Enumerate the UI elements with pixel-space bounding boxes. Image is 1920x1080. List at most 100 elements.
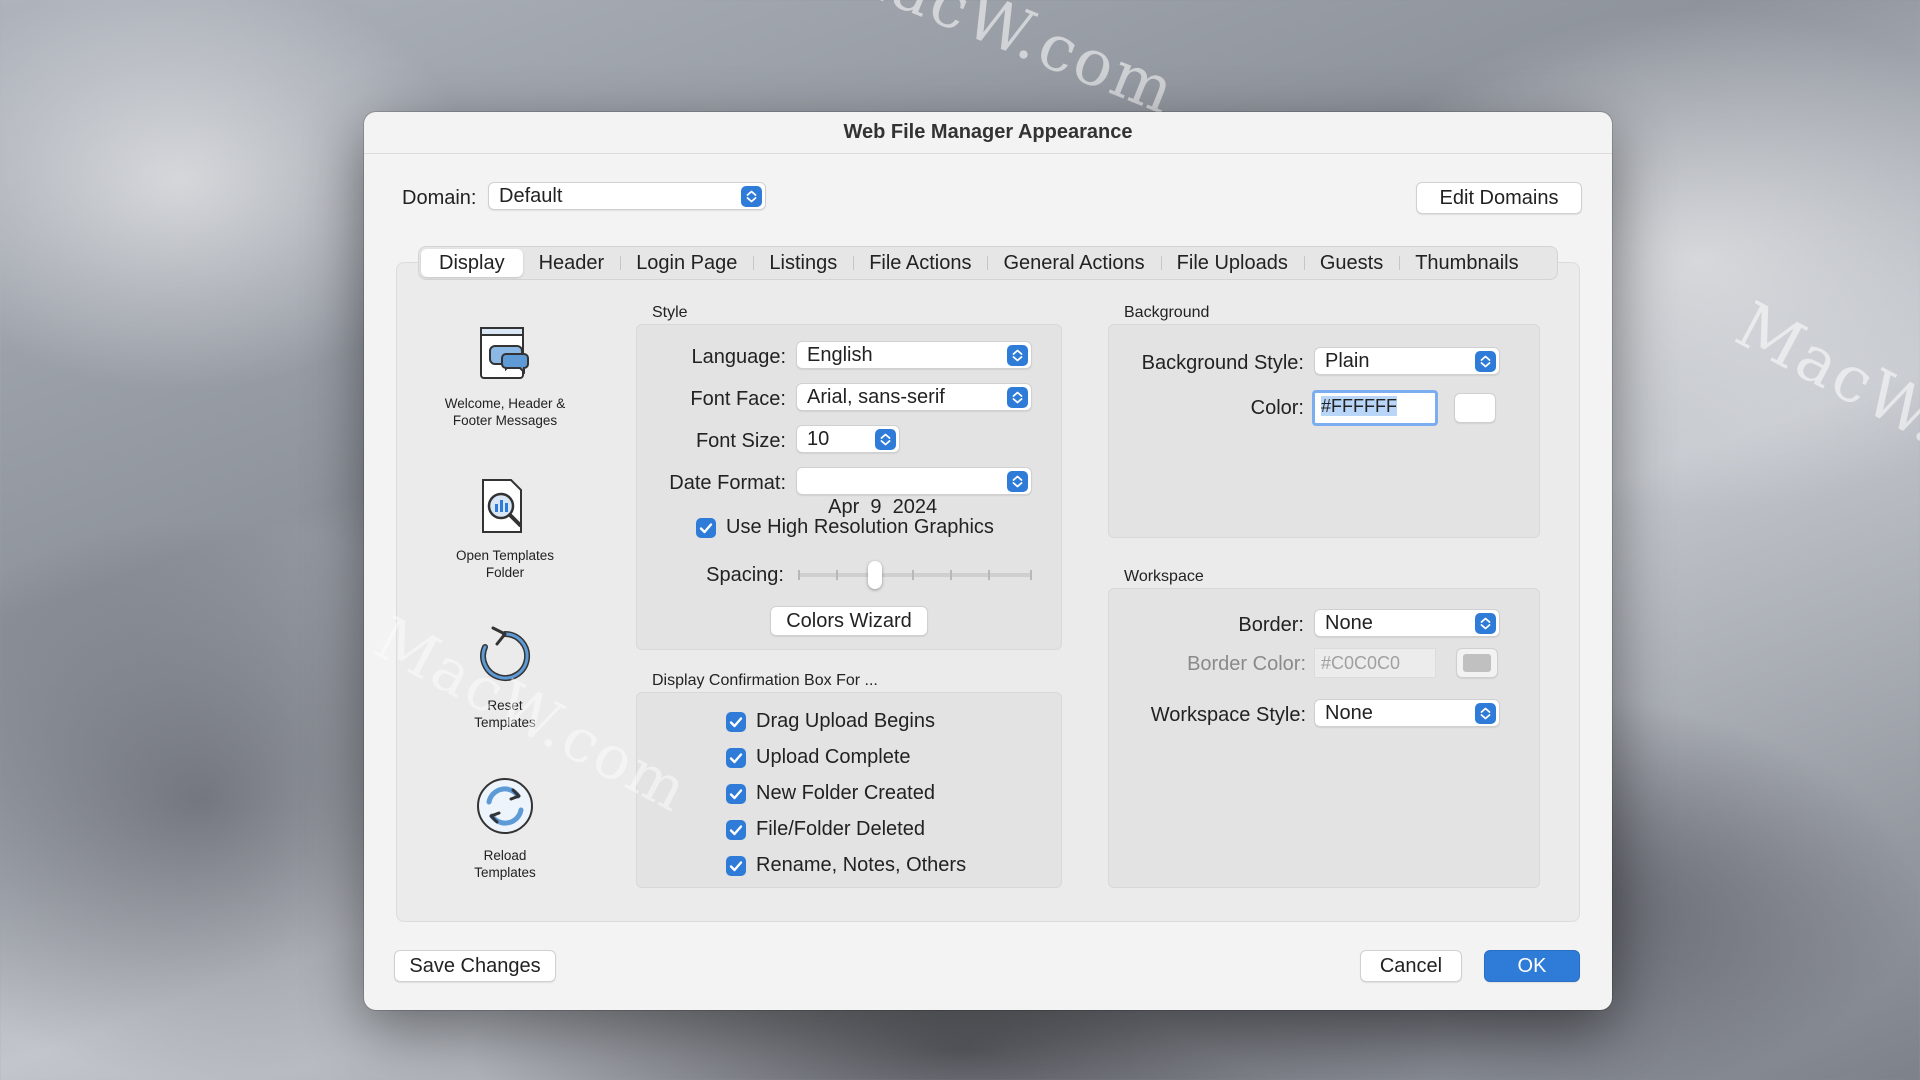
background-style-value: Plain xyxy=(1325,350,1370,372)
tab-bar: Display Header Login Page Listings File … xyxy=(418,246,1558,280)
font-size-label: Font Size: xyxy=(695,430,786,452)
confirm-drag-upload-checkbox[interactable] xyxy=(726,712,746,732)
font-size-popup[interactable]: 10 xyxy=(796,425,900,453)
domain-popup[interactable]: Default xyxy=(488,182,766,210)
sidebar-label: Welcome, Header & Footer Messages xyxy=(444,396,566,428)
background-color-value: #FFFFFF xyxy=(1321,396,1397,416)
chevron-updown-icon xyxy=(1475,703,1496,724)
spacing-label: Spacing: xyxy=(706,564,784,586)
tab-general-actions[interactable]: General Actions xyxy=(987,249,1160,277)
date-format-value: Apr 9 2024 xyxy=(828,496,938,518)
slider-tick xyxy=(912,570,914,580)
watermark: MacW.com xyxy=(819,0,1187,130)
tab-listings[interactable]: Listings xyxy=(753,249,853,277)
slider-knob[interactable] xyxy=(868,561,883,589)
chevron-updown-icon xyxy=(1007,345,1028,366)
date-format-label: Date Format: xyxy=(669,472,786,494)
background-color-well[interactable] xyxy=(1454,393,1496,423)
workspace-style-label: Workspace Style: xyxy=(1150,704,1306,726)
confirm-item-label: New Folder Created xyxy=(756,782,935,804)
slider-tick xyxy=(836,570,838,580)
font-face-value: Arial, sans-serif xyxy=(807,386,945,408)
confirm-item-label: File/Folder Deleted xyxy=(756,818,925,840)
chevron-updown-icon xyxy=(741,186,762,207)
welcome-messages-icon xyxy=(480,327,529,379)
workspace-style-value: None xyxy=(1325,702,1373,724)
color-swatch xyxy=(1461,399,1489,417)
border-popup[interactable]: None xyxy=(1314,609,1500,637)
sidebar-label: Reload Templates xyxy=(474,848,536,880)
open-templates-button[interactable]: Open Templates Folder xyxy=(425,474,585,581)
tab-guests[interactable]: Guests xyxy=(1303,249,1399,277)
tab-thumbnails[interactable]: Thumbnails xyxy=(1399,249,1534,277)
color-swatch xyxy=(1463,654,1491,672)
color-label: Color: xyxy=(1250,397,1304,419)
tab-file-uploads[interactable]: File Uploads xyxy=(1160,249,1304,277)
font-face-label: Font Face: xyxy=(690,388,786,410)
tab-display[interactable]: Display xyxy=(421,249,523,277)
save-changes-button[interactable]: Save Changes xyxy=(394,950,556,982)
domain-label: Domain: xyxy=(402,187,477,209)
slider-tick xyxy=(950,570,952,580)
confirm-new-folder-checkbox[interactable] xyxy=(726,784,746,804)
confirm-item-label: Rename, Notes, Others xyxy=(756,854,967,876)
checkmark-icon xyxy=(729,753,743,764)
dialog-title: Web File Manager Appearance xyxy=(364,112,1612,154)
chevron-updown-icon xyxy=(875,429,896,450)
welcome-messages-button[interactable]: Welcome, Header & Footer Messages xyxy=(425,322,585,429)
confirm-item-label: Upload Complete xyxy=(756,746,911,768)
language-value: English xyxy=(807,344,873,366)
border-value: None xyxy=(1325,612,1373,634)
background-group-title: Background xyxy=(1124,304,1210,321)
border-color-value: #C0C0C0 xyxy=(1321,653,1401,673)
border-color-field[interactable]: #C0C0C0 xyxy=(1314,648,1436,678)
cancel-button[interactable]: Cancel xyxy=(1360,950,1462,982)
chevron-updown-icon xyxy=(1007,387,1028,408)
reload-templates-button[interactable]: Reload Templates xyxy=(425,774,585,881)
language-label: Language: xyxy=(691,346,786,368)
confirm-item-label: Drag Upload Begins xyxy=(756,710,935,732)
high-res-label: Use High Resolution Graphics xyxy=(726,516,994,538)
confirm-deleted-checkbox[interactable] xyxy=(726,820,746,840)
font-face-popup[interactable]: Arial, sans-serif xyxy=(796,383,1032,411)
sidebar-label: Reset Templates xyxy=(474,698,536,730)
border-color-well[interactable] xyxy=(1456,648,1498,678)
sidebar-label: Open Templates Folder xyxy=(455,548,555,580)
reset-templates-button[interactable]: Reset Templates xyxy=(425,624,585,731)
date-format-popup[interactable]: Apr 9 2024 xyxy=(796,467,1032,518)
reset-templates-icon xyxy=(480,626,531,681)
checkmark-icon xyxy=(699,523,713,534)
colors-wizard-button[interactable]: Colors Wizard xyxy=(770,606,928,636)
checkmark-icon xyxy=(729,861,743,872)
slider-tick xyxy=(1030,570,1032,580)
confirm-rename-checkbox[interactable] xyxy=(726,856,746,876)
language-popup[interactable]: English xyxy=(796,341,1032,369)
ok-button[interactable]: OK xyxy=(1484,950,1580,982)
border-label: Border: xyxy=(1238,614,1304,636)
font-size-value: 10 xyxy=(807,428,830,450)
style-group-title: Style xyxy=(652,304,688,321)
tab-header[interactable]: Header xyxy=(523,249,621,277)
workspace-group-title: Workspace xyxy=(1124,568,1204,585)
checkmark-icon xyxy=(729,825,743,836)
confirm-upload-complete-checkbox[interactable] xyxy=(726,748,746,768)
appearance-dialog: Web File Manager Appearance Domain: Defa… xyxy=(364,112,1612,1010)
chevron-updown-icon xyxy=(1475,613,1496,634)
reload-templates-icon xyxy=(477,778,533,834)
edit-domains-button[interactable]: Edit Domains xyxy=(1416,182,1582,214)
high-res-checkbox[interactable] xyxy=(696,518,716,538)
background-style-popup[interactable]: Plain xyxy=(1314,347,1500,375)
checkmark-icon xyxy=(729,717,743,728)
workspace-style-popup[interactable]: None xyxy=(1314,699,1500,727)
background-style-label: Background Style: xyxy=(1141,352,1304,374)
slider-track xyxy=(798,573,1032,577)
chevron-updown-icon xyxy=(1007,471,1028,492)
tab-file-actions[interactable]: File Actions xyxy=(853,249,987,277)
watermark: MacW.com xyxy=(1724,288,1920,526)
chevron-updown-icon xyxy=(1475,351,1496,372)
confirm-group-title: Display Confirmation Box For ... xyxy=(652,672,878,689)
background-color-field[interactable]: #FFFFFF xyxy=(1312,390,1438,426)
slider-tick xyxy=(798,570,800,580)
tab-login-page[interactable]: Login Page xyxy=(620,249,753,277)
checkmark-icon xyxy=(729,789,743,800)
